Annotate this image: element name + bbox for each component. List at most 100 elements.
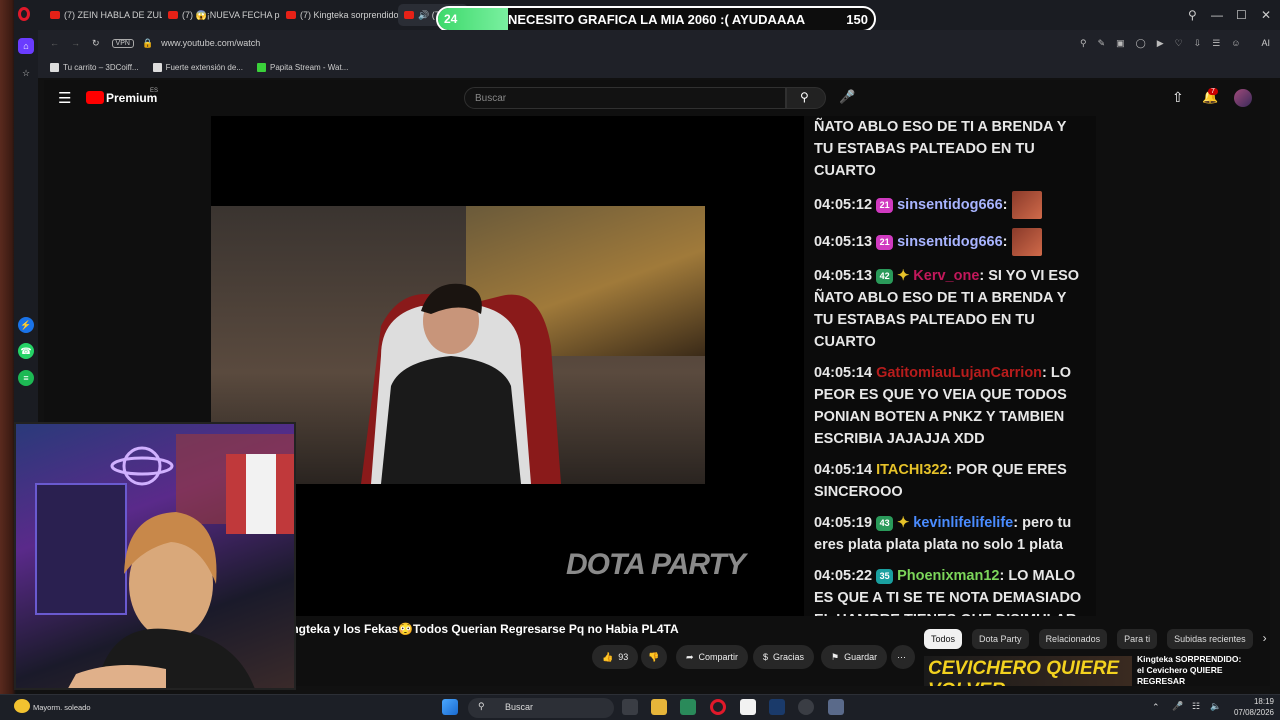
- bookmark-1[interactable]: Tu carrito – 3DCoiff...: [50, 62, 139, 72]
- thanks-button[interactable]: $ Gracias: [753, 645, 815, 669]
- chevron-right-icon[interactable]: ›: [1263, 629, 1267, 649]
- start-icon[interactable]: [442, 699, 458, 715]
- close-icon[interactable]: ✕: [1261, 8, 1271, 22]
- file-explorer-icon[interactable]: [651, 699, 667, 715]
- chat-message: 04:05:22 35 Phoenixman12: LO MALO ES QUE…: [814, 565, 1086, 616]
- menu-icon[interactable]: ☰: [58, 89, 71, 107]
- mic-icon[interactable]: 🎤: [839, 89, 855, 105]
- bookmark-label: Papita Stream - Wat...: [269, 62, 349, 72]
- bookmark-favicon-icon: [152, 62, 162, 72]
- minimize-icon[interactable]: —: [1211, 8, 1223, 22]
- tab-label: (7) 😱¡NUEVA FECHA par: [182, 9, 280, 20]
- chevron-up-icon[interactable]: ⌃: [1152, 702, 1160, 713]
- task-view-icon[interactable]: [622, 699, 638, 715]
- recommended-thumbnail[interactable]: CEVICHERO QUIERE VOLVER: [924, 656, 1132, 686]
- back-icon[interactable]: ←: [50, 38, 59, 48]
- chat-time: 04:05:22: [814, 568, 873, 584]
- streamer-figure: [361, 283, 561, 484]
- maximize-icon[interactable]: ☐: [1236, 8, 1247, 22]
- address-bar-row: ← → ↻ VPN 🔒 www.youtube.com/watch ⚲✎▣◯▶♡…: [38, 30, 1280, 56]
- emote-icon: [1011, 228, 1042, 256]
- opera-logo-icon[interactable]: [18, 7, 30, 21]
- app-icon[interactable]: [680, 699, 696, 715]
- tab-3[interactable]: (7) Kingteka sorprendido:: [280, 4, 398, 26]
- home-icon[interactable]: ⌂: [18, 38, 34, 54]
- sub-badge: 21: [876, 197, 894, 213]
- spotify-icon[interactable]: ≡: [18, 370, 34, 386]
- upload-icon[interactable]: ⇧: [1172, 89, 1184, 106]
- mic-tray-icon[interactable]: 🎤: [1172, 701, 1183, 712]
- star-badge-icon: ✦: [897, 515, 910, 531]
- search-tabs-icon[interactable]: ⚲: [1188, 8, 1197, 22]
- goal-count: 150: [846, 12, 868, 27]
- share-button[interactable]: ➦ Compartir: [676, 645, 749, 669]
- chat-time: 04:05:14: [814, 462, 873, 478]
- chat-message: 04:05:14 ITACHI322: POR QUE ERES SINCERO…: [814, 462, 1067, 500]
- weather-icon: [14, 699, 30, 713]
- volume-icon[interactable]: 🔈: [1210, 701, 1221, 712]
- chat-time: 04:05:14: [814, 365, 873, 381]
- facecam-scene: [35, 434, 294, 688]
- bookmark-favicon-icon: [50, 62, 59, 72]
- steam-icon[interactable]: [769, 699, 785, 715]
- opera-taskbar-icon[interactable]: [710, 699, 726, 715]
- region-code: ES: [150, 88, 159, 94]
- more-button[interactable]: ⋯: [891, 645, 915, 669]
- dislike-button[interactable]: 👎: [641, 645, 667, 669]
- video-title: ingteka y los Fekas😳Todos Querian Regres…: [288, 622, 679, 636]
- bookmark-2[interactable]: Fuerte extensión de...: [152, 62, 243, 72]
- chip-subidas-recientes[interactable]: Subidas recientes: [1167, 629, 1253, 649]
- notepad-icon[interactable]: [740, 699, 756, 715]
- vpn-badge[interactable]: VPN: [111, 38, 134, 48]
- search-input[interactable]: Buscar: [464, 87, 786, 109]
- clock-time[interactable]: 18:19: [1226, 697, 1274, 706]
- avatar[interactable]: [1234, 89, 1252, 107]
- recommended-title[interactable]: Kingteka SORPRENDIDO: el Cevichero QUIER…: [1137, 654, 1247, 687]
- obs-icon[interactable]: [798, 699, 814, 715]
- tab-label: (7) Kingteka sorprendido:: [300, 10, 398, 20]
- weather-text[interactable]: Mayorm. soleado: [33, 703, 91, 712]
- whatsapp-icon[interactable]: ☎: [18, 343, 34, 359]
- thanks-icon: $: [763, 652, 769, 662]
- toolbar-icons[interactable]: ⚲✎▣◯▶♡⇩☰☺: [1080, 38, 1252, 49]
- taskbar-search[interactable]: ⚲ Buscar: [468, 698, 614, 718]
- youtube-logo-icon[interactable]: [86, 91, 104, 104]
- clock-date[interactable]: 07/08/2026: [1226, 708, 1274, 717]
- like-count: 93: [618, 652, 629, 662]
- chip-dota-party[interactable]: Dota Party: [972, 629, 1029, 649]
- chat-user: GatitomiauLujanCarrion: [876, 365, 1043, 381]
- recommended-video[interactable]: CEVICHERO QUIERE VOLVER: [924, 656, 1144, 686]
- network-icon[interactable]: ☷: [1192, 701, 1200, 712]
- chip-todos[interactable]: Todos: [924, 629, 963, 649]
- bookmark-favicon-icon: [256, 62, 266, 72]
- chip-relacionados[interactable]: Relacionados: [1038, 629, 1108, 649]
- like-button[interactable]: 👍 93: [592, 645, 638, 669]
- star-icon[interactable]: ☆: [18, 65, 34, 81]
- chat-message: 04:05:13 42 ✦ Kerv_one: SI YO VI ESO ÑAT…: [814, 268, 1080, 350]
- bookmark-3[interactable]: Papita Stream - Wat...: [256, 62, 349, 72]
- bookmarks-bar: Tu carrito – 3DCoiff... Fuerte extensión…: [38, 56, 1280, 78]
- chat-message: 04:05:12 21 sinsentidog666:: [814, 191, 1086, 219]
- chat-overlay: ÑATO ABLO ESO DE TI A BRENDA Y TU ESTABA…: [804, 116, 1096, 616]
- sub-badge: 43: [876, 515, 894, 531]
- chat-message: 04:05:14 GatitomiauLujanCarrion: LO PEOR…: [814, 365, 1072, 447]
- save-button[interactable]: ⚑ Guardar: [821, 645, 888, 669]
- chat-user: ITACHI322: [876, 462, 948, 478]
- forward-icon[interactable]: →: [71, 38, 80, 48]
- tab-2[interactable]: (7) 😱¡NUEVA FECHA par: [162, 4, 280, 26]
- reload-icon[interactable]: ↻: [92, 38, 100, 49]
- chat-time: 04:05:13: [814, 268, 873, 284]
- emote-icon: [1011, 191, 1042, 219]
- url-field[interactable]: www.youtube.com/watch: [161, 38, 260, 48]
- search-button[interactable]: ⚲: [786, 87, 826, 109]
- chip-para-ti[interactable]: Para ti: [1117, 629, 1158, 649]
- chat-message: 04:05:13 21 sinsentidog666:: [814, 228, 1086, 256]
- chat-message: 04:05:19 43 ✦ kevinlifelifelife: pero tu…: [814, 515, 1072, 553]
- chat-time: 04:05:12: [814, 196, 873, 213]
- bookmark-label: Fuerte extensión de...: [165, 62, 243, 72]
- messenger-icon[interactable]: ⚡: [18, 317, 34, 333]
- settings-icon[interactable]: [828, 699, 844, 715]
- video-player[interactable]: DOTA PARTY: [211, 116, 805, 616]
- tab-1[interactable]: (7) ZEIN HABLA DE ZULLY: [44, 4, 162, 26]
- ai-button[interactable]: AI: [1261, 38, 1270, 48]
